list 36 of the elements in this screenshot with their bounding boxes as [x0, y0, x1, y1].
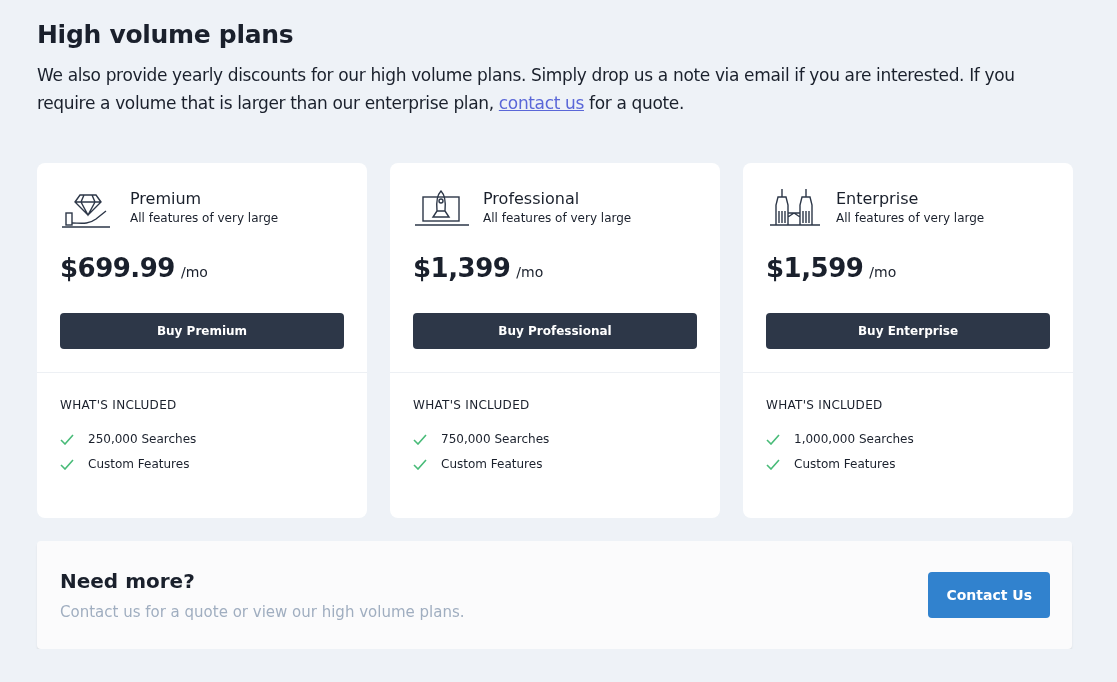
contact-link[interactable]: contact us: [498, 93, 584, 113]
buy-button[interactable]: Buy Premium: [60, 313, 344, 349]
check-icon: [413, 433, 427, 445]
banner-title: Need more?: [60, 569, 196, 593]
price-period: /mo: [180, 264, 208, 280]
plan-name: Professional: [483, 189, 581, 208]
feature-text: Custom Features: [794, 457, 896, 471]
plan-price: $1,399: [413, 253, 511, 283]
check-icon: [60, 433, 74, 445]
buy-button[interactable]: Buy Enterprise: [766, 313, 1050, 349]
buy-button[interactable]: Buy Professional: [413, 313, 697, 349]
check-icon: [766, 433, 780, 445]
plan-subtitle: All features of very large: [130, 211, 279, 225]
check-icon: [766, 458, 780, 470]
included-heading: WHAT'S INCLUDED: [60, 398, 178, 412]
plan-name: Premium: [130, 189, 203, 208]
plan-name: Enterprise: [836, 189, 920, 208]
intro-text: We also provide yearly discounts for our high volume plans. Simply drop us a note via email if you are interested. If you require a volume that is larger than our enterprise plan, contact us for a quote.: [37, 64, 1016, 115]
feature-text: 250,000 Searches: [88, 432, 197, 446]
included-heading: WHAT'S INCLUDED: [413, 398, 531, 412]
banner-text: Contact us for a quote or view our high volume plans.: [60, 603, 465, 621]
feature-text: 750,000 Searches: [441, 432, 550, 446]
feature-text: Custom Features: [441, 457, 543, 471]
contact-button[interactable]: Contact Us: [928, 572, 1050, 618]
check-icon: [60, 458, 74, 470]
feature-text: 1,000,000 Searches: [794, 432, 914, 446]
price-period: /mo: [869, 264, 897, 280]
check-icon: [413, 458, 427, 470]
plan-subtitle: All features of very large: [483, 211, 632, 225]
plan-subtitle: All features of very large: [836, 211, 985, 225]
page-title: High volume plans: [37, 20, 295, 49]
plan-price: $699.99: [60, 253, 175, 283]
included-heading: WHAT'S INCLUDED: [766, 398, 884, 412]
plan-price: $1,599: [766, 253, 864, 283]
feature-text: Custom Features: [88, 457, 190, 471]
price-period: /mo: [516, 264, 544, 280]
